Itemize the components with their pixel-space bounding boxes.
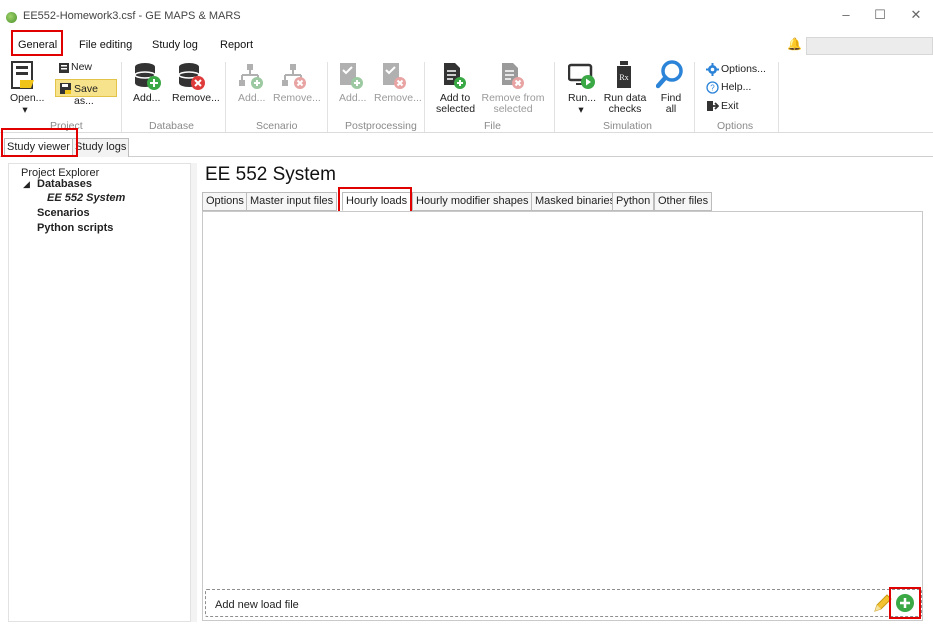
add-scenario-icon <box>239 64 263 89</box>
open-dropdown-icon[interactable]: ▾ <box>20 105 30 116</box>
add-postprocessing-button[interactable]: Add... <box>339 93 366 104</box>
tab-general[interactable]: General <box>18 39 57 51</box>
ribbon-separator <box>694 62 695 132</box>
edit-pencil-icon[interactable] <box>872 592 894 614</box>
group-postprocessing-label: Postprocessing <box>345 120 417 132</box>
add-to-selected-label-2: selected <box>436 103 476 115</box>
tab-study-viewer[interactable]: Study viewer <box>4 138 73 157</box>
ribbon-search-input[interactable] <box>806 37 933 55</box>
group-project-label: Project <box>50 120 83 132</box>
new-file-icon <box>59 63 69 73</box>
ribbon-separator <box>225 62 226 132</box>
window-title: EE552-Homework3.csf - GE MAPS & MARS <box>23 10 241 22</box>
data-checks-icon: Rx <box>617 61 631 88</box>
ribbon-separator <box>778 62 779 132</box>
ribbon-separator <box>554 62 555 132</box>
page-title: EE 552 System <box>205 164 336 185</box>
group-simulation-label: Simulation <box>603 120 653 132</box>
add-load-file-label: Add new load file <box>215 599 299 611</box>
remove-database-icon <box>178 63 205 90</box>
remove-from-selected-label-2: selected <box>493 103 533 115</box>
help-button[interactable]: Help... <box>721 82 751 93</box>
tab-hourly-modifier-shapes[interactable]: Hourly modifier shapes <box>412 192 533 211</box>
find-all-icon <box>656 60 683 89</box>
tab-python[interactable]: Python <box>612 192 655 211</box>
remove-from-selected-button[interactable]: Remove from selected <box>481 93 545 115</box>
remove-database-button[interactable]: Remove... <box>172 93 220 104</box>
remove-postprocessing-button[interactable]: Remove... <box>374 93 422 104</box>
group-options-label: Options <box>717 120 754 132</box>
main-content: EE 552 System Options Master input files… <box>197 160 933 630</box>
close-button[interactable]: ✕ <box>896 4 933 28</box>
group-scenario-label: Scenario <box>256 120 298 132</box>
remove-postprocessing-icon <box>383 63 406 89</box>
ribbon-separator <box>121 62 122 132</box>
svg-text:?: ? <box>710 84 715 93</box>
maximize-button[interactable]: ☐ <box>860 4 900 28</box>
add-scenario-button[interactable]: Add... <box>238 93 265 104</box>
open-button[interactable]: Open... <box>10 93 44 104</box>
help-icon: ? <box>706 81 719 94</box>
add-load-file-icon[interactable] <box>894 592 916 614</box>
add-load-file-row[interactable]: Add new load file <box>205 589 922 617</box>
tree-item-scenarios[interactable]: Scenarios <box>37 207 90 219</box>
tree-item-python-scripts[interactable]: Python scripts <box>37 222 113 234</box>
group-file-label: File <box>484 120 501 132</box>
group-database-label: Database <box>149 120 194 132</box>
tab-study-log[interactable]: Study log <box>152 39 198 51</box>
exit-icon <box>707 101 719 111</box>
hourly-loads-panel <box>202 211 923 621</box>
remove-from-selected-icon <box>502 63 524 89</box>
tab-file-editing[interactable]: File editing <box>79 39 132 51</box>
add-to-selected-icon <box>444 63 466 89</box>
tab-masked-binaries[interactable]: Masked binaries <box>531 192 620 211</box>
remove-scenario-button[interactable]: Remove... <box>273 93 321 104</box>
svg-text:Rx: Rx <box>619 73 628 82</box>
tab-options[interactable]: Options <box>202 192 248 211</box>
options-button[interactable]: Options... <box>721 64 766 75</box>
add-to-selected-button[interactable]: Add to selected <box>436 93 476 115</box>
open-project-icon <box>11 61 34 89</box>
tab-other-files[interactable]: Other files <box>654 192 713 211</box>
tab-report[interactable]: Report <box>220 39 253 51</box>
find-all-label-2: all <box>665 103 677 115</box>
title-bar: EE552-Homework3.csf - GE MAPS & MARS – ☐… <box>0 0 933 33</box>
tab-study-logs[interactable]: Study logs <box>72 138 130 157</box>
study-tab-bar: Study viewer Study logs <box>0 128 933 157</box>
run-dropdown-icon[interactable]: ▾ <box>576 105 586 116</box>
ribbon-separator <box>327 62 328 132</box>
remove-scenario-icon <box>282 64 306 89</box>
project-explorer: Project Explorer ◢ Databases EE 552 Syst… <box>8 163 191 622</box>
run-data-checks-label-2: checks <box>608 103 642 115</box>
save-as-label: Save as... <box>74 83 98 107</box>
run-data-checks-button[interactable]: Run data checks <box>602 93 648 115</box>
tree-item-databases[interactable]: Databases <box>37 178 92 190</box>
add-database-icon <box>134 63 161 90</box>
ribbon-separator <box>424 62 425 132</box>
exit-button[interactable]: Exit <box>721 101 739 112</box>
app-logo-icon <box>6 12 17 23</box>
find-all-button[interactable]: Find all <box>656 93 686 115</box>
run-button[interactable]: Run... <box>568 93 596 104</box>
tab-hourly-loads[interactable]: Hourly loads <box>342 192 412 211</box>
collapse-databases-icon[interactable]: ◢ <box>23 179 30 190</box>
notification-bell-icon[interactable]: 🔔 <box>787 37 802 51</box>
save-as-icon <box>60 83 71 94</box>
tab-master-input-files[interactable]: Master input files <box>246 192 338 211</box>
run-simulation-icon <box>568 63 595 89</box>
tree-item-ee552-system[interactable]: EE 552 System <box>47 192 125 204</box>
add-postprocessing-icon <box>340 63 363 89</box>
save-as-button[interactable]: Save as... <box>55 79 117 107</box>
new-button[interactable]: New <box>71 62 92 73</box>
add-database-button[interactable]: Add... <box>133 93 160 104</box>
gear-icon <box>706 63 719 76</box>
